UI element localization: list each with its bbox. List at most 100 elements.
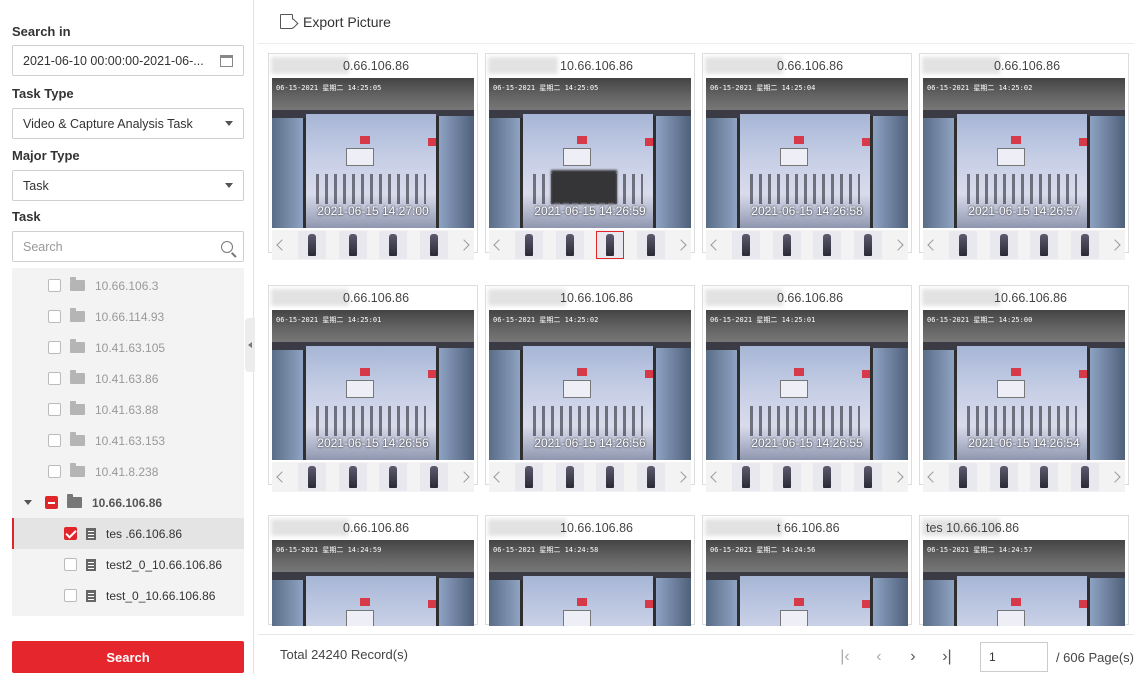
result-card[interactable]: 0.66.106.86 06-15-2021 星期二 14:25:01 2021-0… — [702, 285, 912, 492]
person-thumbnail[interactable] — [989, 463, 1018, 491]
checkbox[interactable] — [64, 527, 77, 540]
result-card[interactable]: 10.66.106.86 06-15-2021 星期二 14:25:02 2021-… — [485, 285, 695, 492]
chevron-left-icon[interactable] — [493, 239, 505, 251]
export-picture-button[interactable]: Export Picture — [280, 14, 391, 30]
person-thumbnail[interactable] — [636, 463, 665, 491]
checkbox[interactable] — [48, 310, 61, 323]
search-button[interactable]: Search — [12, 641, 244, 673]
person-thumbnail[interactable] — [555, 463, 584, 491]
tree-item[interactable]: 10.41.8.238 — [12, 456, 244, 487]
chevron-right-icon[interactable] — [458, 471, 470, 483]
chevron-right-icon[interactable] — [1109, 471, 1121, 483]
person-thumbnail[interactable] — [636, 231, 665, 259]
capture-image[interactable]: 06-15-2021 星期二 14:25:05 2021-06-15 14:26:… — [489, 78, 691, 228]
result-card[interactable]: 0.66.106.86 06-15-2021 星期二 14:25:01 2021-0… — [268, 285, 478, 492]
tree-item[interactable]: 10.66.106.3 — [12, 270, 244, 301]
person-thumbnail[interactable] — [1030, 231, 1059, 259]
person-thumbnail[interactable] — [515, 231, 544, 259]
first-page-icon[interactable]: |‹ — [838, 648, 852, 665]
chevron-left-icon[interactable] — [493, 471, 505, 483]
result-card[interactable]: 10.66.106.86 06-15-2021 星期二 14:24:58 — [485, 515, 695, 626]
capture-image[interactable]: 06-15-2021 星期二 14:24:59 — [272, 540, 474, 626]
tree-item[interactable]: 10.41.63.88 — [12, 394, 244, 425]
person-thumbnail[interactable] — [596, 463, 625, 491]
capture-image[interactable]: 06-15-2021 星期二 14:24:57 — [923, 540, 1125, 626]
collapse-panel-handle[interactable] — [245, 318, 255, 372]
capture-image[interactable]: 06-15-2021 星期二 14:25:01 2021-06-15 14:26:… — [272, 310, 474, 460]
last-page-icon[interactable]: ›| — [940, 648, 954, 665]
person-thumbnail[interactable] — [989, 231, 1018, 259]
chevron-left-icon[interactable] — [276, 471, 288, 483]
capture-image[interactable]: 06-15-2021 星期二 14:24:56 — [706, 540, 908, 626]
checkbox[interactable] — [45, 496, 58, 509]
tree-item[interactable]: test_0_10.66.106.86 — [12, 580, 244, 611]
capture-image[interactable]: 06-15-2021 星期二 14:25:05 2021-06-15 14:27:… — [272, 78, 474, 228]
checkbox[interactable] — [48, 341, 61, 354]
person-thumbnail[interactable] — [298, 231, 327, 259]
result-card[interactable]: 10.66.106.86 06-15-2021 星期二 14:25:00 2021-… — [919, 285, 1129, 492]
tree-item[interactable]: 10.41.63.105 — [12, 332, 244, 363]
capture-image[interactable]: 06-15-2021 星期二 14:24:58 — [489, 540, 691, 626]
person-thumbnail[interactable] — [1030, 463, 1059, 491]
prev-page-icon[interactable]: ‹ — [872, 648, 886, 665]
result-card[interactable]: 0.66.106.86 06-15-2021 星期二 14:25:05 2021-0… — [268, 53, 478, 260]
major-type-select[interactable]: Task — [12, 170, 244, 201]
chevron-left-icon[interactable] — [710, 239, 722, 251]
tree-item-expanded[interactable]: 10.66.106.86 — [12, 487, 244, 518]
person-thumbnail[interactable] — [596, 231, 625, 259]
capture-image[interactable]: 06-15-2021 星期二 14:25:00 2021-06-15 14:26:… — [923, 310, 1125, 460]
tree-item[interactable]: 10.41.63.153 — [12, 425, 244, 456]
capture-image[interactable]: 06-15-2021 星期二 14:25:01 2021-06-15 14:26:… — [706, 310, 908, 460]
chevron-right-icon[interactable] — [458, 239, 470, 251]
result-card[interactable]: 0.66.106.86 06-15-2021 星期二 14:25:04 2021-0… — [702, 53, 912, 260]
person-thumbnail[interactable] — [515, 463, 544, 491]
chevron-right-icon[interactable] — [675, 239, 687, 251]
result-card[interactable]: 10.66.106.86 06-15-2021 星期二 14:25:05 2021-… — [485, 53, 695, 260]
person-thumbnail[interactable] — [379, 231, 408, 259]
person-thumbnail[interactable] — [379, 463, 408, 491]
chevron-left-icon[interactable] — [927, 239, 939, 251]
person-thumbnail[interactable] — [949, 231, 978, 259]
chevron-left-icon[interactable] — [276, 239, 288, 251]
person-thumbnail[interactable] — [555, 231, 584, 259]
next-page-icon[interactable]: › — [906, 648, 920, 665]
chevron-right-icon[interactable] — [892, 239, 904, 251]
capture-image[interactable]: 06-15-2021 星期二 14:25:04 2021-06-15 14:26:… — [706, 78, 908, 228]
person-thumbnail[interactable] — [419, 463, 448, 491]
chevron-left-icon[interactable] — [710, 471, 722, 483]
checkbox[interactable] — [48, 465, 61, 478]
date-range-field[interactable]: 2021-06-10 00:00:00-2021-06-... — [12, 45, 244, 76]
task-type-select[interactable]: Video & Capture Analysis Task — [12, 108, 244, 139]
page-input[interactable]: 1 — [979, 642, 1048, 672]
checkbox[interactable] — [48, 279, 61, 292]
person-thumbnail[interactable] — [1070, 231, 1099, 259]
person-thumbnail[interactable] — [732, 463, 761, 491]
person-thumbnail[interactable] — [772, 231, 801, 259]
checkbox[interactable] — [48, 372, 61, 385]
person-thumbnail[interactable] — [1070, 463, 1099, 491]
checkbox[interactable] — [48, 434, 61, 447]
person-thumbnail[interactable] — [338, 463, 367, 491]
result-card[interactable]: tes 10.66.106.86 06-15-2021 星期二 14:24:57 — [919, 515, 1129, 626]
result-card[interactable]: 0.66.106.86 06-15-2021 星期二 14:24:59 — [268, 515, 478, 626]
calendar-icon[interactable] — [220, 54, 233, 67]
chevron-right-icon[interactable] — [675, 471, 687, 483]
expand-arrow-icon[interactable] — [24, 500, 32, 505]
result-card[interactable]: t 66.106.86 06-15-2021 星期二 14:24:56 — [702, 515, 912, 626]
chevron-right-icon[interactable] — [1109, 239, 1121, 251]
person-thumbnail[interactable] — [813, 463, 842, 491]
person-thumbnail[interactable] — [853, 463, 882, 491]
capture-image[interactable]: 06-15-2021 星期二 14:25:02 2021-06-15 14:26:… — [489, 310, 691, 460]
person-thumbnail[interactable] — [298, 463, 327, 491]
checkbox[interactable] — [64, 558, 77, 571]
result-card[interactable]: 0.66.106.86 06-15-2021 星期二 14:25:02 2021-0… — [919, 53, 1129, 260]
chevron-left-icon[interactable] — [927, 471, 939, 483]
person-thumbnail[interactable] — [853, 231, 882, 259]
checkbox[interactable] — [48, 403, 61, 416]
tree-item[interactable]: 10.41.63.86 — [12, 363, 244, 394]
person-thumbnail[interactable] — [338, 231, 367, 259]
chevron-right-icon[interactable] — [892, 471, 904, 483]
person-thumbnail[interactable] — [772, 463, 801, 491]
person-thumbnail[interactable] — [949, 463, 978, 491]
checkbox[interactable] — [64, 589, 77, 602]
